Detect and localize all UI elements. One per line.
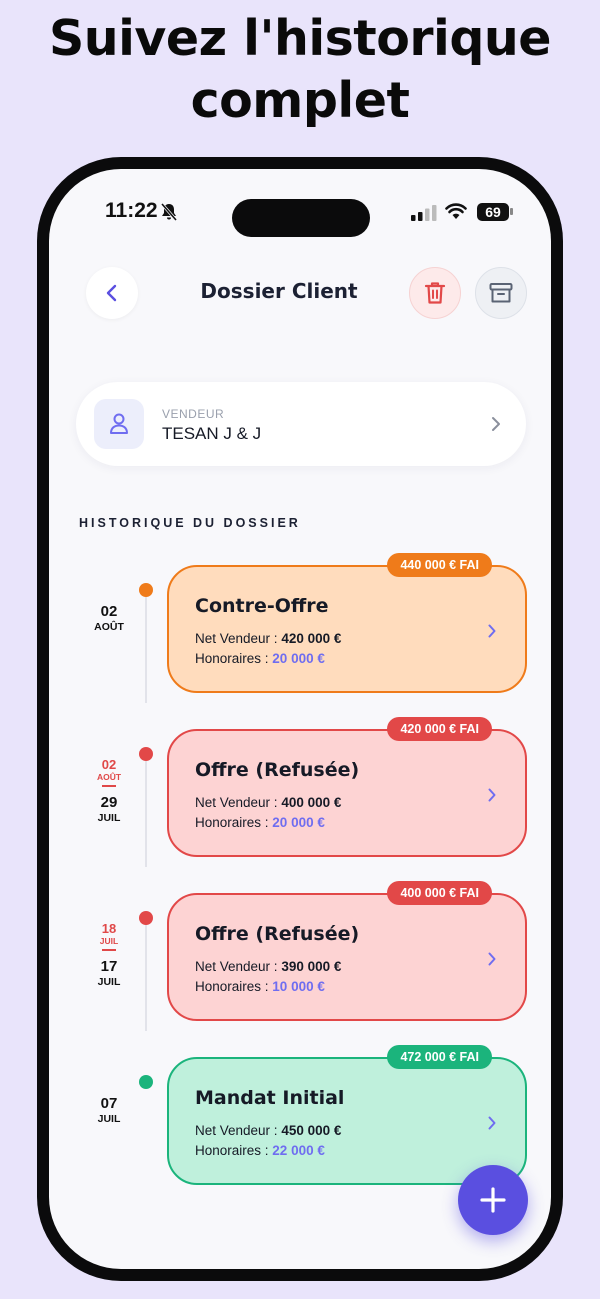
chevron-right-icon bbox=[488, 788, 496, 802]
fai-price-badge: 440 000 € FAI bbox=[387, 553, 492, 577]
previous-date-month: JUIL bbox=[99, 936, 119, 946]
fai-price-badge: 400 000 € FAI bbox=[387, 881, 492, 905]
net-seller-label: Net Vendeur : bbox=[195, 1123, 282, 1138]
entry-date: 07 JUIL bbox=[89, 1095, 129, 1125]
date-day: 29 bbox=[100, 794, 118, 811]
fees-value: 20 000 € bbox=[272, 815, 325, 830]
battery-indicator: 69 bbox=[477, 203, 509, 221]
seller-card[interactable]: VENDEUR TESAN J & J bbox=[76, 382, 526, 466]
plus-icon bbox=[480, 1187, 506, 1213]
wifi-icon bbox=[445, 203, 467, 219]
seller-avatar bbox=[94, 399, 144, 449]
timeline-connector bbox=[145, 759, 147, 867]
fees-line: Honoraires : 22 000 € bbox=[195, 1143, 325, 1158]
net-seller-line: Net Vendeur : 450 000 € bbox=[195, 1123, 341, 1138]
add-entry-button[interactable] bbox=[458, 1165, 528, 1235]
timeline-dot bbox=[139, 747, 153, 761]
chevron-right-icon bbox=[492, 417, 500, 431]
back-button[interactable] bbox=[86, 267, 138, 319]
delete-button[interactable] bbox=[409, 267, 461, 319]
entry-date: 02 AOÛT 29 JUIL bbox=[89, 757, 129, 824]
fees-label: Honoraires : bbox=[195, 1143, 273, 1158]
fees-value: 20 000 € bbox=[272, 651, 325, 666]
date-day: 17 bbox=[100, 958, 118, 975]
history-entry-card[interactable]: Mandat Initial Net Vendeur : 450 000 € Hon… bbox=[167, 1057, 527, 1185]
net-seller-line: Net Vendeur : 390 000 € bbox=[195, 959, 341, 974]
chevron-right-icon bbox=[488, 952, 496, 966]
fees-line: Honoraires : 10 000 € bbox=[195, 979, 325, 994]
net-seller-value: 400 000 € bbox=[281, 795, 342, 810]
app-screen: 11:22 69 Dossier Client VENDEUR TESAN J … bbox=[49, 169, 551, 1269]
history-section-title: HISTORIQUE DU DOSSIER bbox=[79, 516, 301, 530]
trash-icon bbox=[424, 282, 446, 304]
net-seller-value: 390 000 € bbox=[281, 959, 342, 974]
date-separator bbox=[102, 949, 116, 951]
headline-line-1: Suivez l'historique bbox=[48, 10, 552, 67]
entry-title: Contre-Offre bbox=[195, 595, 329, 617]
fees-value: 22 000 € bbox=[272, 1143, 325, 1158]
net-seller-line: Net Vendeur : 400 000 € bbox=[195, 795, 341, 810]
entry-title: Mandat Initial bbox=[195, 1087, 345, 1109]
timeline-connector bbox=[145, 923, 147, 1031]
history-entry-card[interactable]: Offre (Refusée) Net Vendeur : 400 000 € Ho… bbox=[167, 729, 527, 857]
net-seller-line: Net Vendeur : 420 000 € bbox=[195, 631, 341, 646]
fees-line: Honoraires : 20 000 € bbox=[195, 651, 325, 666]
seller-name: TESAN J & J bbox=[162, 424, 262, 443]
chevron-right-icon bbox=[488, 1116, 496, 1130]
cellular-signal-icon bbox=[411, 205, 437, 221]
phone-frame: 11:22 69 Dossier Client VENDEUR TESAN J … bbox=[37, 157, 563, 1281]
fai-price-badge: 472 000 € FAI bbox=[387, 1045, 492, 1069]
timeline-dot bbox=[139, 911, 153, 925]
headline-line-2: complet bbox=[190, 72, 410, 129]
timeline-dot bbox=[139, 583, 153, 597]
chevron-left-icon bbox=[106, 284, 117, 302]
page-title: Dossier Client bbox=[200, 279, 358, 303]
previous-date-day: 18 bbox=[101, 921, 117, 936]
archive-button[interactable] bbox=[475, 267, 527, 319]
previous-date-month: AOÛT bbox=[96, 772, 122, 782]
fai-price-badge: 420 000 € FAI bbox=[387, 717, 492, 741]
net-seller-label: Net Vendeur : bbox=[195, 959, 282, 974]
date-day: 02 bbox=[100, 603, 118, 620]
fees-label: Honoraires : bbox=[195, 815, 273, 830]
timeline-dot bbox=[139, 1075, 153, 1089]
date-month: JUIL bbox=[97, 976, 121, 988]
date-month: AOÛT bbox=[94, 621, 124, 633]
seller-role-label: VENDEUR bbox=[162, 407, 225, 421]
entry-date: 18 JUIL 17 JUIL bbox=[89, 921, 129, 988]
timeline-connector bbox=[145, 595, 147, 703]
fees-label: Honoraires : bbox=[195, 651, 273, 666]
archive-box-icon bbox=[489, 283, 513, 303]
marketing-headline: Suivez l'historique complet bbox=[0, 8, 600, 132]
history-entry-card[interactable]: Contre-Offre Net Vendeur : 420 000 € Honor… bbox=[167, 565, 527, 693]
net-seller-label: Net Vendeur : bbox=[195, 795, 282, 810]
net-seller-label: Net Vendeur : bbox=[195, 631, 282, 646]
chevron-right-icon bbox=[488, 624, 496, 638]
net-seller-value: 420 000 € bbox=[281, 631, 342, 646]
previous-date-day: 02 bbox=[101, 757, 117, 772]
net-seller-value: 450 000 € bbox=[281, 1123, 342, 1138]
status-time: 11:22 bbox=[105, 199, 158, 222]
fees-line: Honoraires : 20 000 € bbox=[195, 815, 325, 830]
entry-title: Offre (Refusée) bbox=[195, 759, 360, 781]
user-icon bbox=[110, 413, 128, 434]
fees-value: 10 000 € bbox=[272, 979, 325, 994]
date-month: JUIL bbox=[97, 812, 121, 824]
battery-tip bbox=[510, 208, 513, 215]
fees-label: Honoraires : bbox=[195, 979, 273, 994]
entry-date: 02 AOÛT bbox=[89, 603, 129, 633]
date-month: JUIL bbox=[97, 1113, 121, 1125]
history-entry-card[interactable]: Offre (Refusée) Net Vendeur : 390 000 € Ho… bbox=[167, 893, 527, 1021]
date-day: 07 bbox=[100, 1095, 118, 1112]
dynamic-island bbox=[232, 199, 370, 237]
entry-title: Offre (Refusée) bbox=[195, 923, 360, 945]
bell-slash-icon bbox=[160, 203, 178, 221]
date-separator bbox=[102, 785, 116, 787]
